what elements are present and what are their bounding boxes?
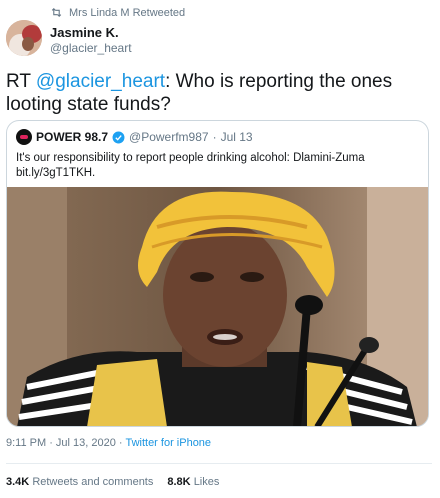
- retweet-indicator: Mrs Linda M Retweeted: [50, 6, 185, 19]
- retweets-stat[interactable]: 3.4K Retweets and comments: [6, 476, 153, 488]
- divider: [6, 463, 432, 464]
- likes-label: Likes: [193, 476, 220, 488]
- quoted-tweet[interactable]: POWER 98.7 @Powerfm987 · Jul 13 It's our…: [6, 120, 429, 427]
- source-link[interactable]: Twitter for iPhone: [125, 437, 211, 449]
- quoted-header: POWER 98.7 @Powerfm987 · Jul 13: [16, 129, 253, 145]
- power-logo-icon: [16, 129, 32, 145]
- tweet-text-prefix: RT: [6, 71, 36, 92]
- retweet-icon: [51, 7, 62, 18]
- quoted-text-line: It's our responsibility to report people…: [16, 152, 365, 164]
- retweet-text: Mrs Linda M Retweeted: [69, 6, 186, 19]
- quoted-photo[interactable]: [7, 187, 428, 426]
- author-handle[interactable]: @glacier_heart: [50, 41, 132, 55]
- quoted-text: It's our responsibility to report people…: [16, 151, 416, 181]
- timestamp[interactable]: 9:11 PM · Jul 13, 2020: [6, 437, 116, 449]
- retweets-label: Retweets and comments: [32, 476, 154, 488]
- tweet-meta: 9:11 PM · Jul 13, 2020 · Twitter for iPh…: [6, 437, 211, 449]
- retweets-count: 3.4K: [6, 476, 30, 488]
- quoted-separator: ·: [212, 130, 217, 144]
- tweet-stats: 3.4K Retweets and comments 8.8K Likes: [6, 476, 219, 488]
- quoted-author-handle: @Powerfm987: [129, 130, 209, 144]
- likes-stat[interactable]: 8.8K Likes: [167, 476, 219, 488]
- mention-link[interactable]: @glacier_heart: [36, 71, 165, 92]
- author-name[interactable]: Jasmine K.: [50, 25, 119, 40]
- likes-count: 8.8K: [167, 476, 191, 488]
- avatar[interactable]: [6, 20, 42, 56]
- quoted-link[interactable]: bit.ly/3gT1TKH.: [16, 166, 416, 181]
- tweet-text: RT @glacier_heart: Who is reporting the …: [6, 70, 431, 116]
- quoted-author-name: POWER 98.7: [36, 130, 109, 144]
- verified-badge-icon: [112, 131, 125, 143]
- quoted-date: Jul 13: [220, 130, 253, 144]
